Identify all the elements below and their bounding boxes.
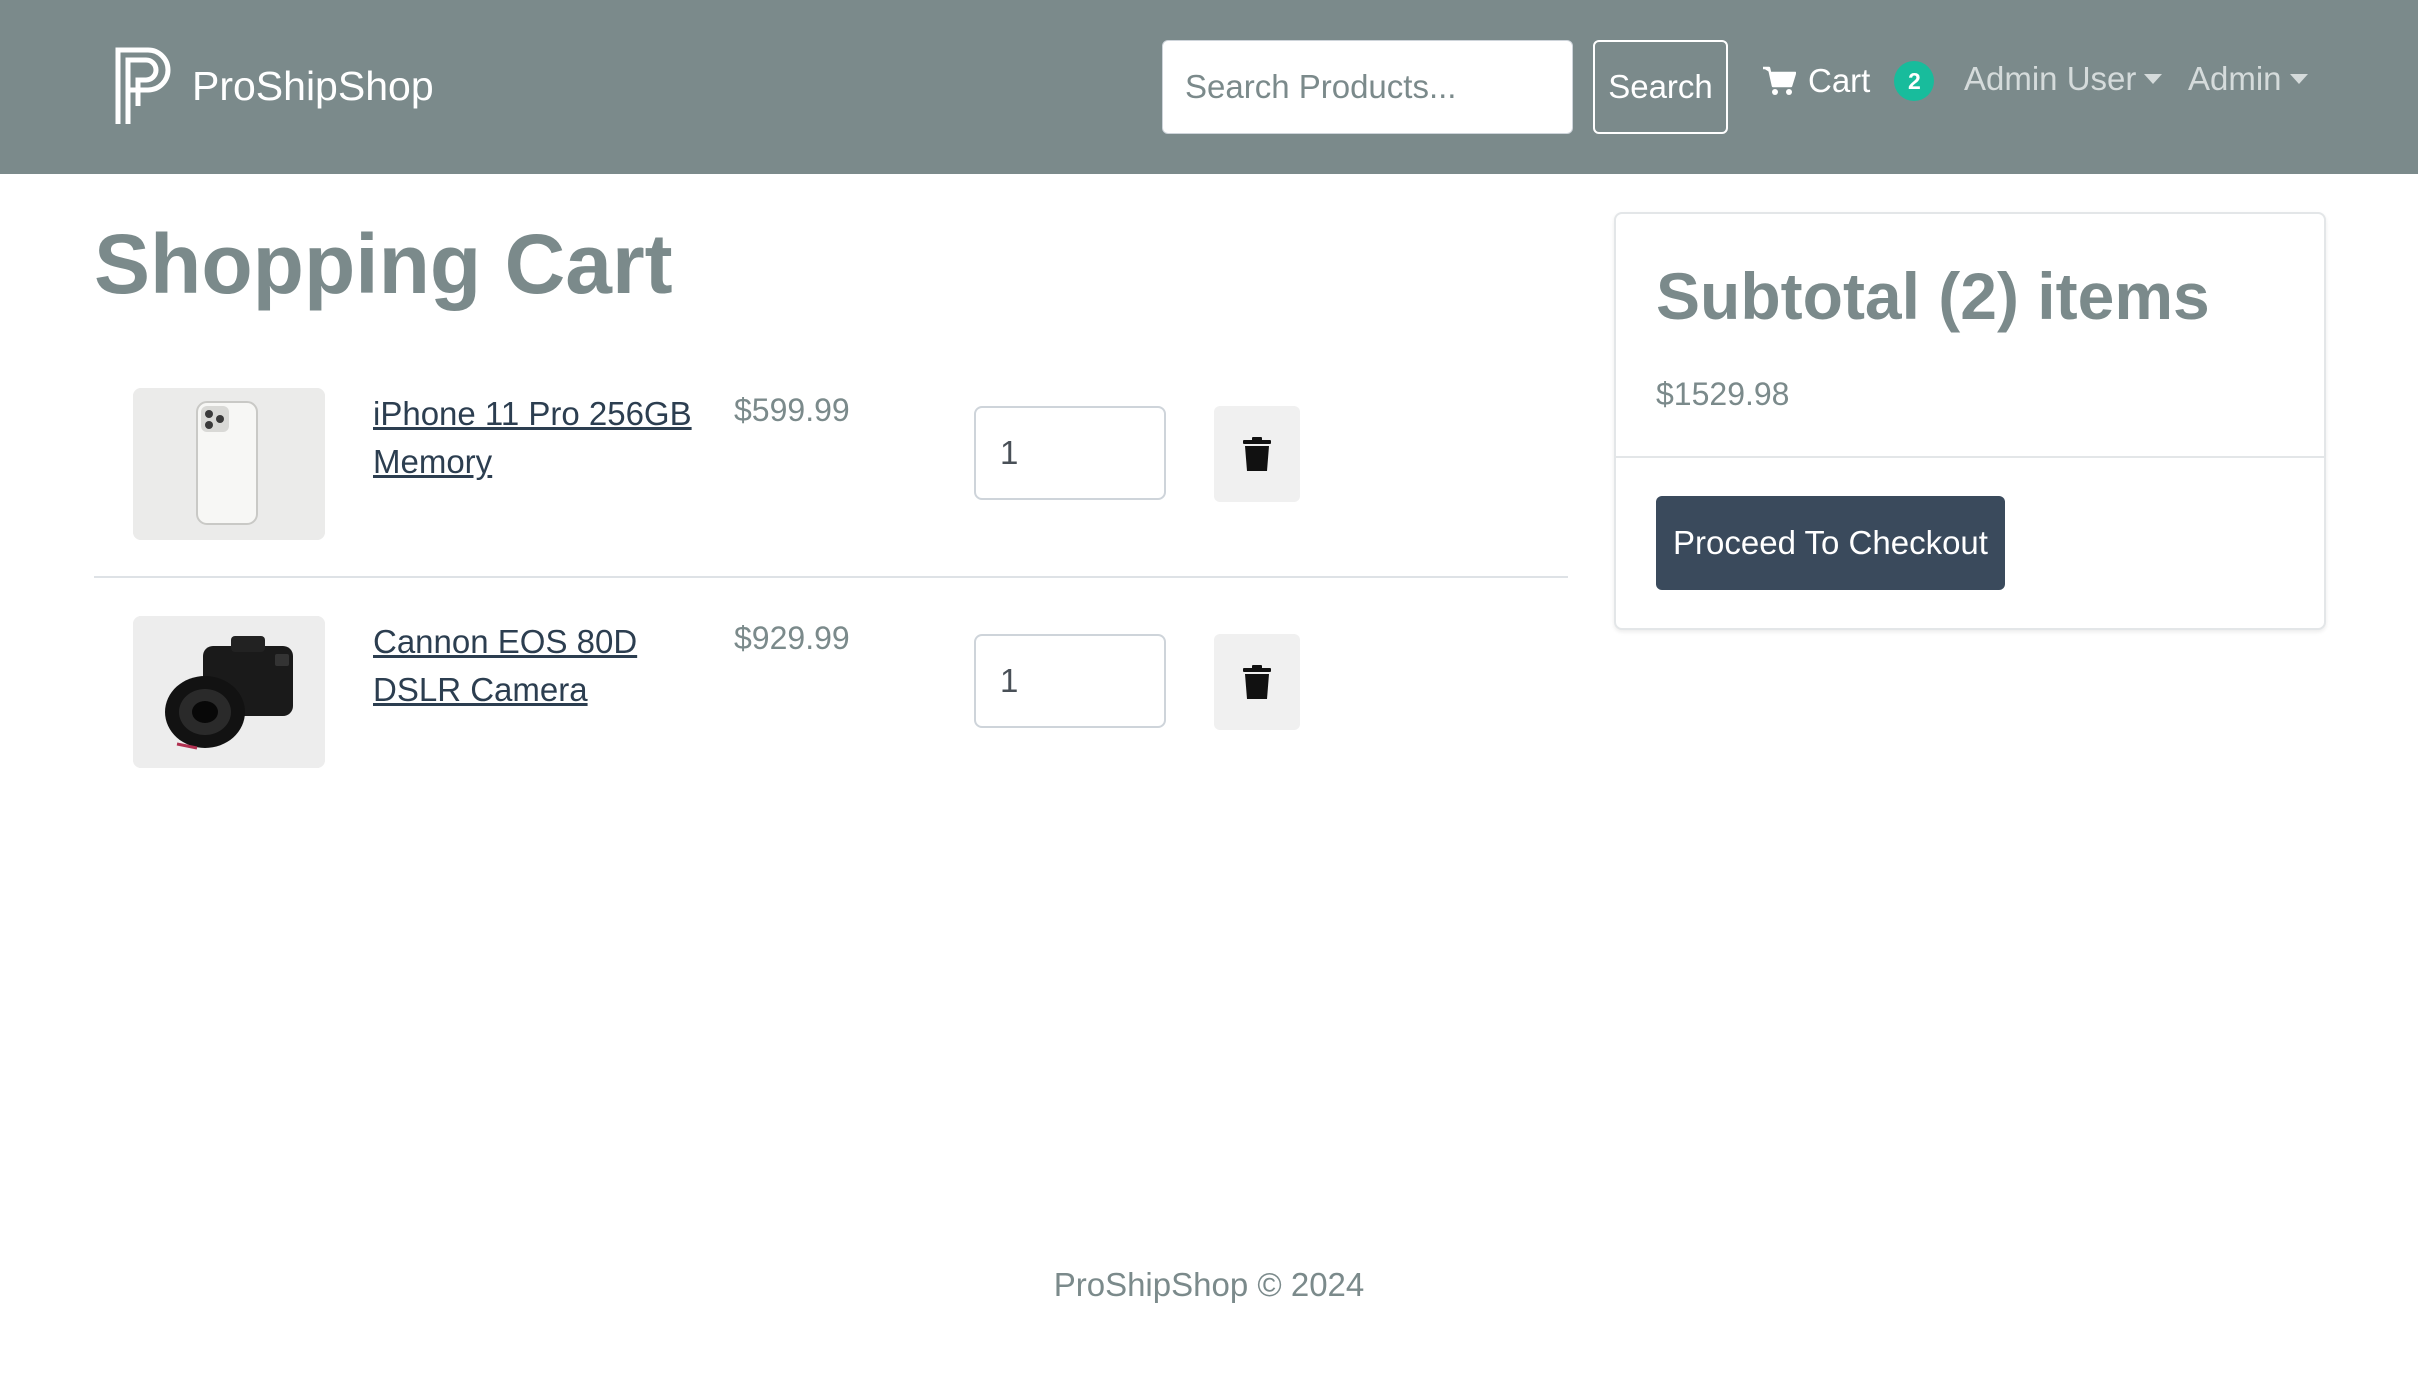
chevron-down-icon xyxy=(2289,74,2308,84)
product-price: $929.99 xyxy=(734,620,850,656)
quantity-field[interactable] xyxy=(974,634,1166,728)
cart-item-row: Cannon EOS 80D DSLR Camera $929.99 xyxy=(94,608,1568,806)
cart-count-badge: 2 xyxy=(1894,61,1935,101)
product-thumbnail xyxy=(133,388,325,540)
navbar: ProShipShop Search Cart 2 Admin User Adm… xyxy=(0,0,2418,174)
product-link[interactable]: Cannon EOS 80D DSLR Camera xyxy=(373,618,693,714)
quantity-field[interactable] xyxy=(974,406,1166,500)
product-thumbnail xyxy=(133,616,325,768)
search-input[interactable] xyxy=(1162,40,1573,134)
chevron-down-icon xyxy=(2144,74,2163,84)
shopping-cart-icon xyxy=(1763,66,1796,95)
user-menu-dropdown[interactable]: Admin User xyxy=(1964,60,2163,98)
order-summary-card: Subtotal (2) items $1529.98 Proceed To C… xyxy=(1614,212,2326,630)
trash-icon xyxy=(1243,665,1271,699)
brand-link[interactable]: ProShipShop xyxy=(114,44,434,128)
admin-menu-label: Admin xyxy=(2188,60,2282,97)
checkout-button[interactable]: Proceed To Checkout xyxy=(1656,496,2005,590)
phone-image-icon xyxy=(133,388,325,540)
user-menu-label: Admin User xyxy=(1964,60,2137,97)
footer-copyright: ProShipShop © 2024 xyxy=(1053,1266,1365,1303)
brand-name: ProShipShop xyxy=(192,62,434,109)
cart-link[interactable]: Cart 2 xyxy=(1762,56,1935,106)
brand-logo-icon xyxy=(115,47,171,124)
remove-item-button[interactable] xyxy=(1214,634,1300,730)
summary-divider xyxy=(1616,456,2324,458)
cart-label: Cart xyxy=(1808,62,1871,99)
subtotal-title: Subtotal (2) items xyxy=(1656,259,2210,333)
page-title: Shopping Cart xyxy=(94,217,673,311)
remove-item-button[interactable] xyxy=(1214,406,1300,502)
search-button[interactable]: Search xyxy=(1593,40,1728,134)
trash-icon xyxy=(1243,437,1271,471)
product-link[interactable]: iPhone 11 Pro 256GB Memory xyxy=(373,390,693,486)
camera-image-icon xyxy=(133,616,325,768)
product-price: $599.99 xyxy=(734,392,850,428)
subtotal-amount: $1529.98 xyxy=(1656,376,1790,412)
cart-item-row: iPhone 11 Pro 256GB Memory $599.99 xyxy=(94,380,1568,578)
admin-menu-dropdown[interactable]: Admin xyxy=(2188,60,2308,98)
